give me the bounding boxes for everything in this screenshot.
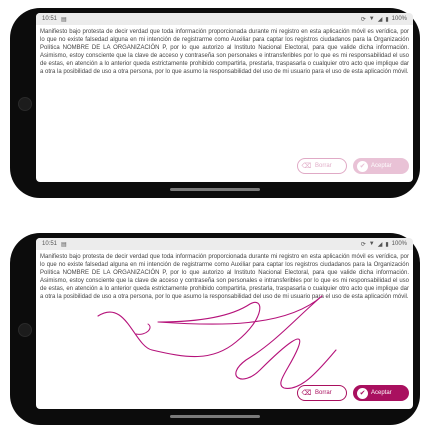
front-camera (18, 323, 32, 337)
check-circle-icon: ✔ (357, 160, 368, 172)
action-buttons: ⌫ Borrar ✔ Aceptar (297, 158, 409, 174)
handwritten-signature (97, 295, 337, 389)
signal-icon: ◢ (377, 16, 383, 23)
clear-button-label: Borrar (315, 390, 332, 396)
accept-button-label: Aceptar (371, 163, 392, 169)
status-time: 10:51 (42, 16, 58, 22)
battery-percent: 100% (391, 16, 407, 22)
phone-frame-empty: 10:51 ▤ ⟳ ▼ ◢ ▮ 100% Manifiesto bajo pro… (10, 8, 420, 198)
accept-button[interactable]: ✔ Aceptar (353, 158, 409, 174)
notification-icon: ▤ (61, 16, 67, 23)
action-buttons: ⌫ Borrar ✔ Aceptar (297, 385, 409, 401)
clear-button[interactable]: ⌫ Borrar (297, 385, 347, 401)
gesture-bar[interactable] (170, 188, 260, 191)
clear-button[interactable]: ⌫ Borrar (297, 158, 347, 174)
eraser-icon: ⌫ (301, 390, 312, 397)
phone-frame-signed: 10:51 ▤ ⟳ ▼ ◢ ▮ 100% Manifiesto bajo pro… (10, 233, 420, 425)
signature-screen-empty: 10:51 ▤ ⟳ ▼ ◢ ▮ 100% Manifiesto bajo pro… (36, 13, 413, 182)
accept-button-label: Aceptar (371, 390, 392, 396)
accept-button[interactable]: ✔ Aceptar (353, 385, 409, 401)
gesture-bar[interactable] (170, 415, 260, 418)
front-camera (18, 97, 32, 111)
sync-icon: ⟳ (360, 16, 366, 23)
declaration-text: Manifiesto bajo protesta de decir verdad… (40, 29, 409, 75)
eraser-icon: ⌫ (301, 163, 312, 170)
check-circle-icon: ✔ (357, 387, 368, 399)
wifi-icon: ▼ (368, 16, 375, 22)
clear-button-label: Borrar (315, 163, 332, 169)
battery-icon: ▮ (385, 16, 389, 23)
status-bar: 10:51 ▤ ⟳ ▼ ◢ ▮ 100% (36, 13, 413, 25)
signature-screen-signed[interactable]: 10:51 ▤ ⟳ ▼ ◢ ▮ 100% Manifiesto bajo pro… (36, 238, 413, 409)
